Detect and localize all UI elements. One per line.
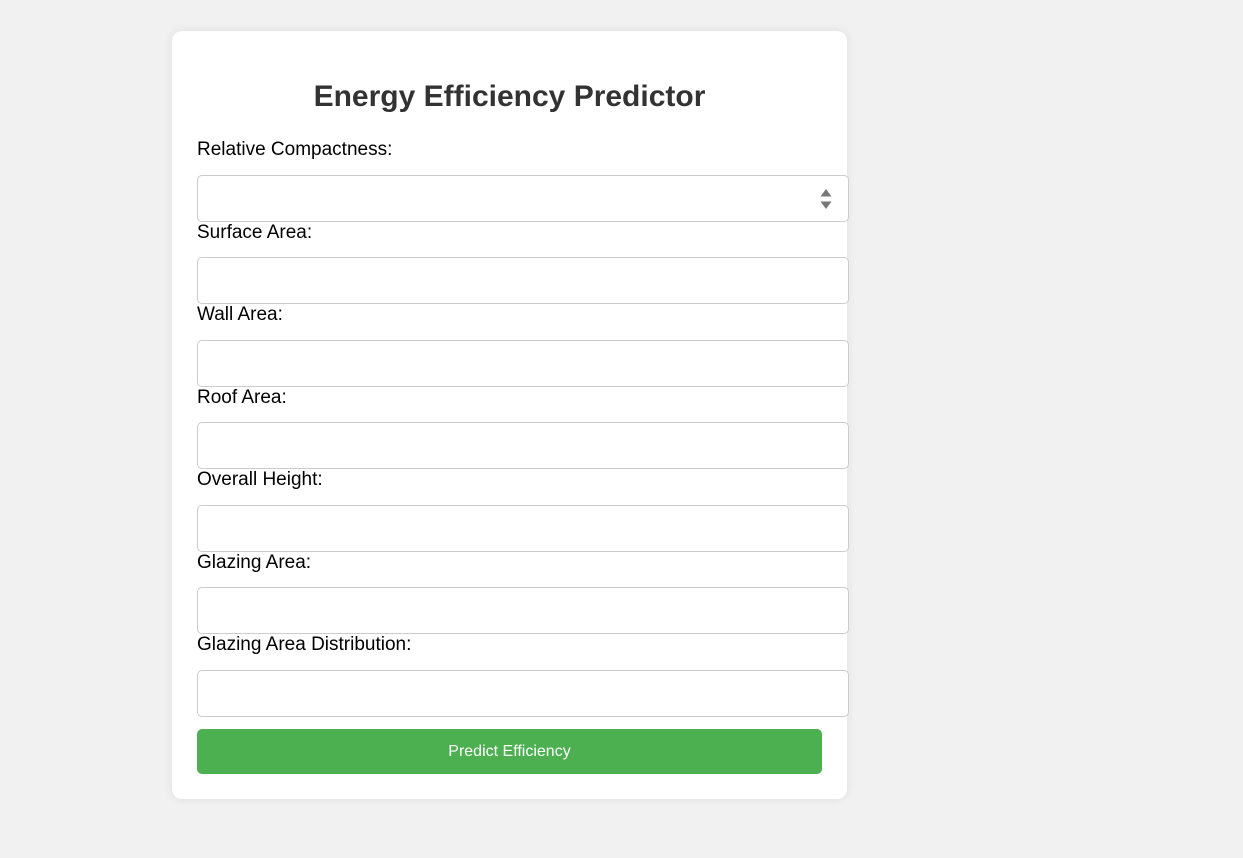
- roof-area-input[interactable]: [197, 422, 849, 469]
- predictor-card: Energy Efficiency Predictor Relative Com…: [172, 31, 849, 799]
- wall-area-input[interactable]: [197, 340, 849, 387]
- glazing-area-distribution-label: Glazing Area Distribution:: [197, 634, 412, 655]
- glazing-area-label: Glazing Area:: [197, 552, 312, 573]
- surface-area-input[interactable]: [197, 257, 849, 304]
- roof-area-label: Roof Area:: [197, 387, 287, 408]
- relative-compactness-input[interactable]: [197, 175, 849, 222]
- overall-height-input[interactable]: [197, 505, 849, 552]
- relative-compactness-label: Relative Compactness:: [197, 139, 393, 160]
- glazing-area-distribution-input[interactable]: [197, 670, 849, 717]
- number-spinner-icon[interactable]: [820, 188, 832, 210]
- predict-efficiency-button[interactable]: Predict Efficiency: [197, 729, 822, 774]
- page-title: Energy Efficiency Predictor: [313, 80, 706, 113]
- surface-area-label: Surface Area:: [197, 222, 313, 243]
- wall-area-label: Wall Area:: [197, 304, 283, 325]
- glazing-area-input[interactable]: [197, 587, 849, 634]
- overall-height-label: Overall Height:: [197, 469, 323, 490]
